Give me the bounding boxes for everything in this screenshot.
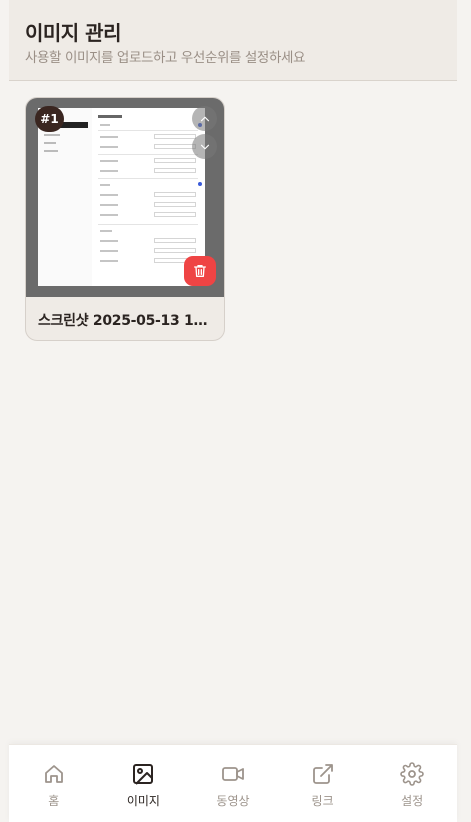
- bottom-navigation: 홈 이미지 동영상 링크 설정: [9, 744, 457, 822]
- nav-item-video[interactable]: 동영상: [188, 745, 278, 822]
- nav-item-settings[interactable]: 설정: [367, 745, 457, 822]
- page-header: 이미지 관리 사용할 이미지를 업로드하고 우선순위를 설정하세요: [9, 0, 457, 81]
- nav-item-link[interactable]: 링크: [278, 745, 368, 822]
- video-icon: [222, 767, 244, 781]
- trash-icon: [194, 265, 206, 277]
- nav-item-image[interactable]: 이미지: [99, 745, 189, 822]
- chevron-down-icon: [200, 144, 209, 149]
- screenshot-thumbnail: [38, 108, 205, 286]
- nav-item-home[interactable]: 홈: [9, 745, 99, 822]
- delete-button[interactable]: [184, 256, 216, 286]
- image-file-name: 스크린샷 2025-05-13 114…: [38, 313, 216, 329]
- image-thumbnail-frame: #1: [26, 98, 224, 297]
- priority-badge: #1: [35, 106, 64, 132]
- page-subtitle: 사용할 이미지를 업로드하고 우선순위를 설정하세요: [25, 50, 306, 66]
- move-up-button[interactable]: [192, 106, 217, 131]
- chevron-up-icon: [200, 116, 209, 121]
- nav-label-link: 링크: [311, 794, 334, 808]
- image-icon: [133, 764, 154, 785]
- nav-label-video: 동영상: [216, 794, 250, 808]
- gear-icon: [400, 762, 424, 786]
- page-title: 이미지 관리: [25, 21, 121, 45]
- nav-label-image: 이미지: [126, 794, 160, 808]
- nav-label-settings: 설정: [401, 794, 424, 808]
- nav-label-home: 홈: [48, 794, 60, 808]
- external-link-icon: [312, 764, 333, 784]
- image-card[interactable]: #1 스크린샷 2025-05-13 114…: [25, 97, 225, 341]
- move-down-button[interactable]: [192, 134, 217, 159]
- home-icon: [44, 765, 63, 783]
